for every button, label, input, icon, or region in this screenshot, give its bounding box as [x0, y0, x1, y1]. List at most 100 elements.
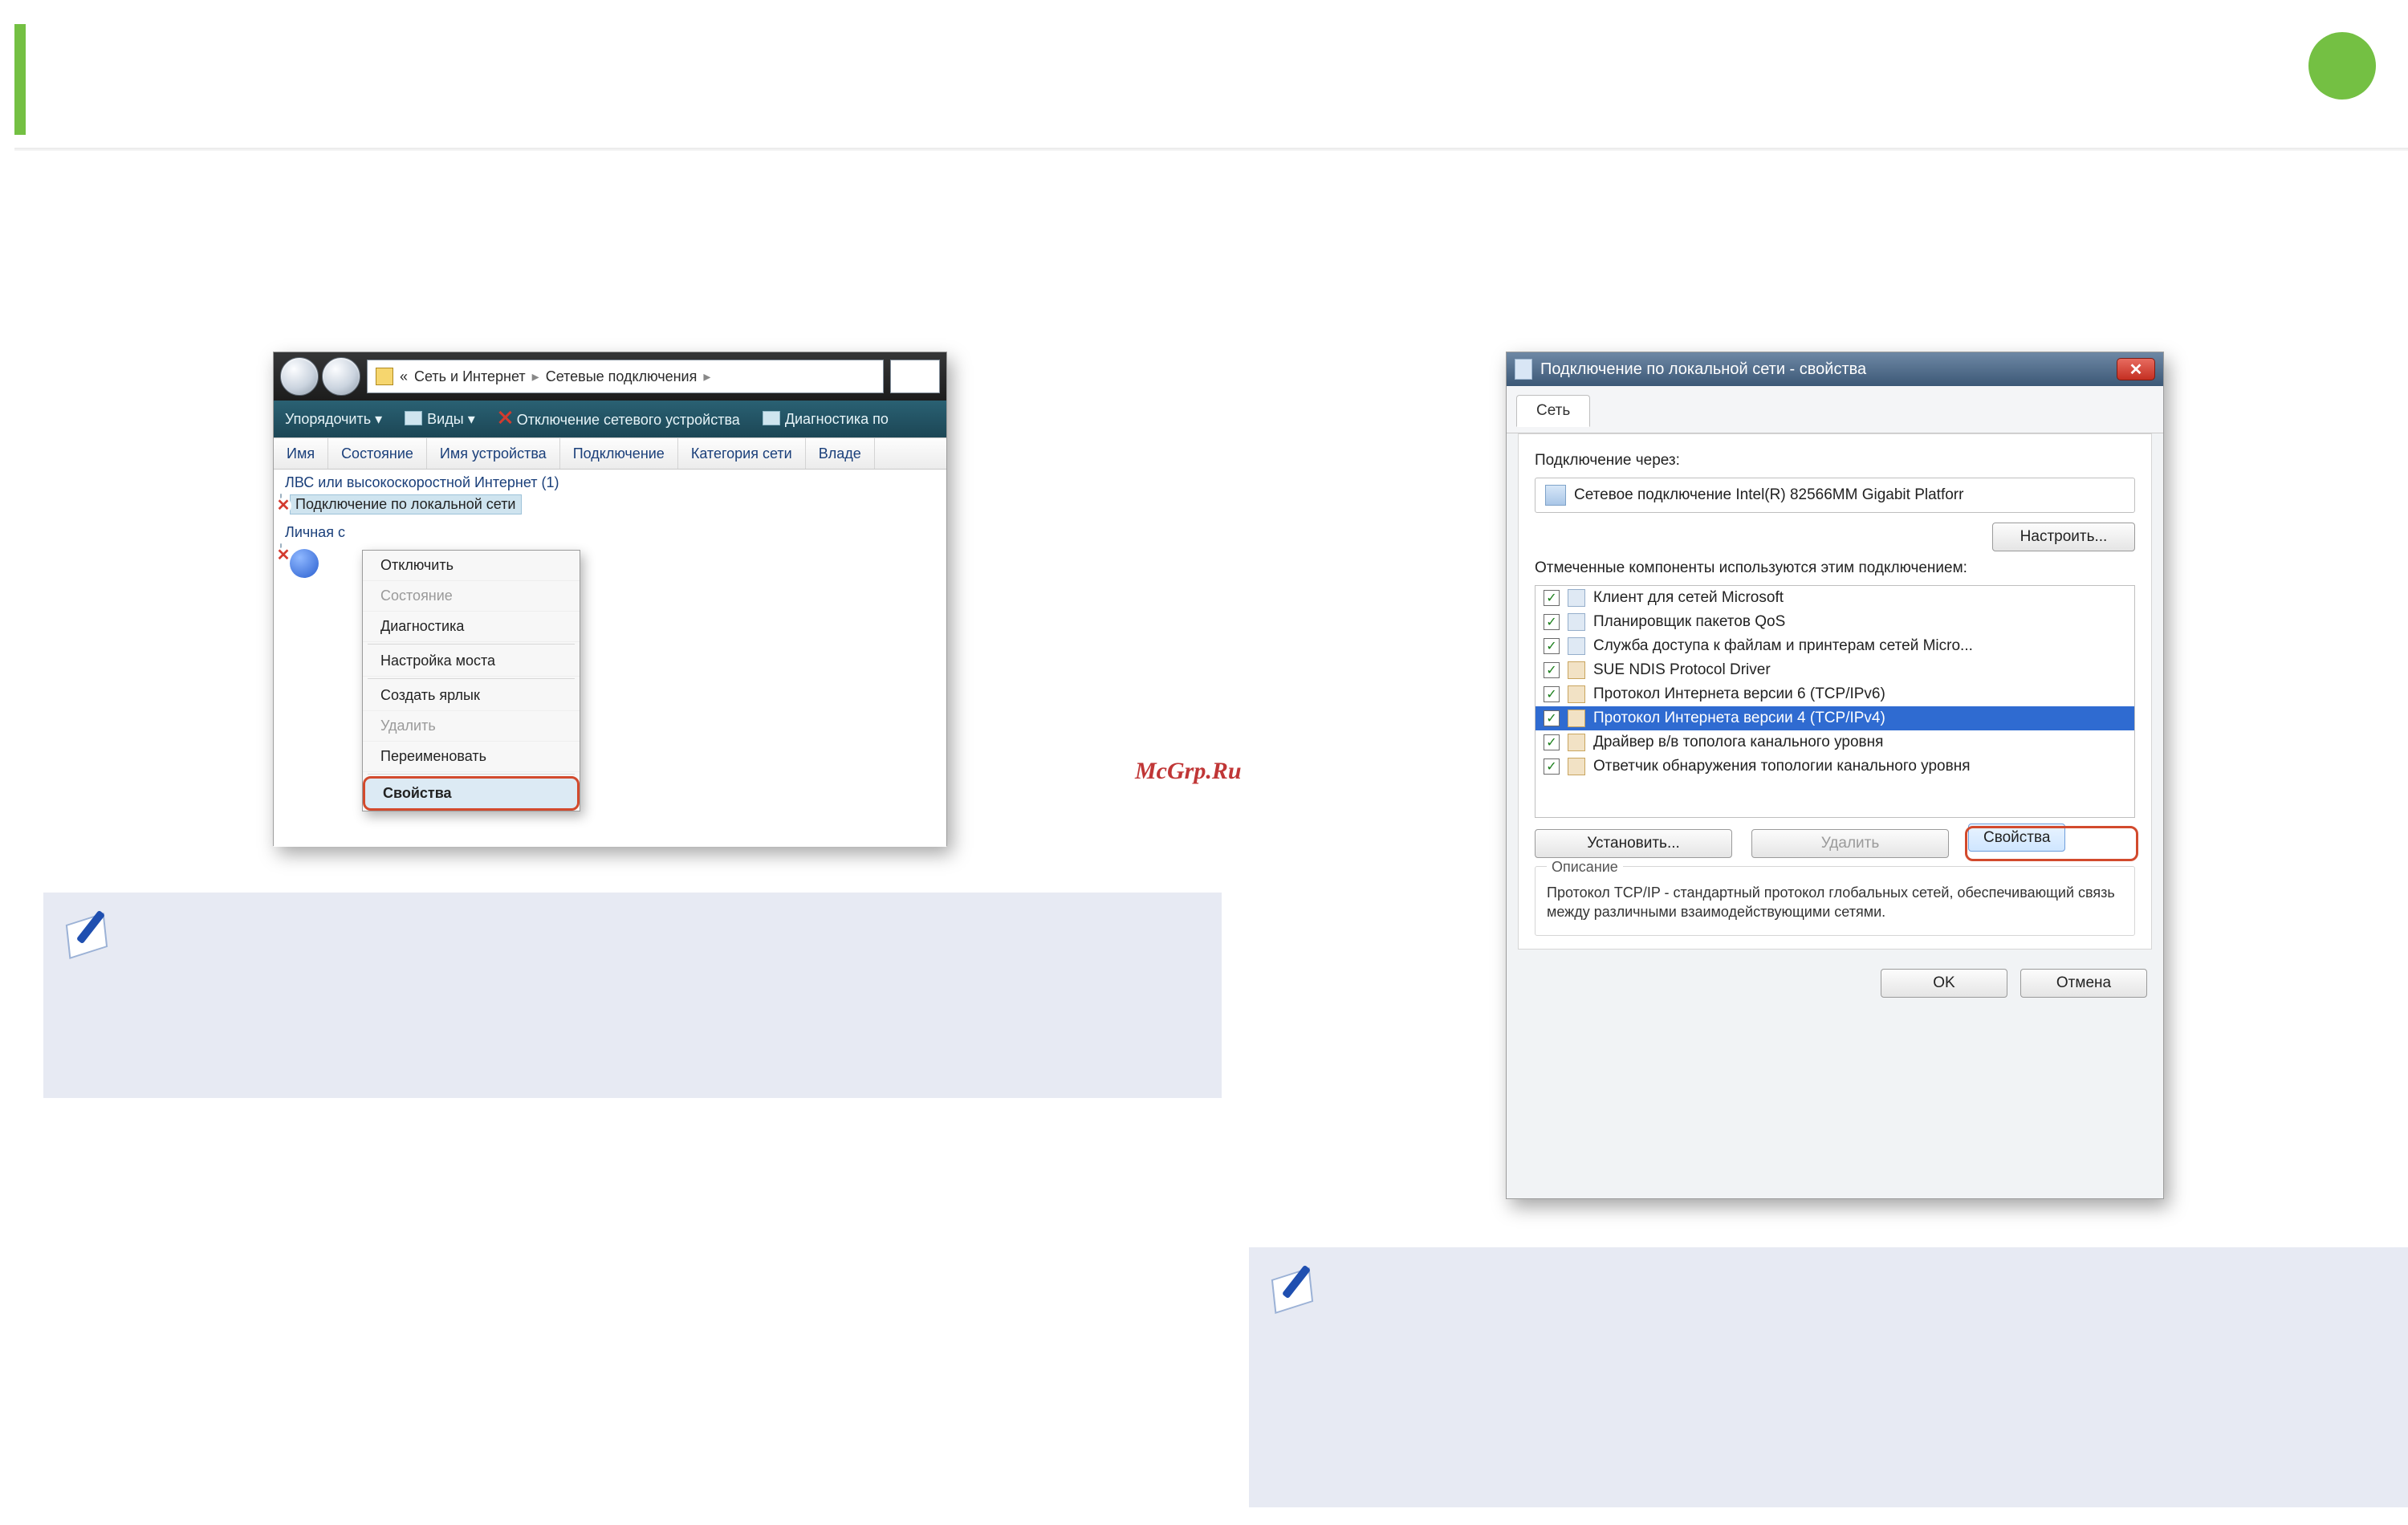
diagnose-button[interactable]: Диагностика по [763, 411, 889, 428]
organize-menu[interactable]: Упорядочить [285, 411, 382, 428]
col-status[interactable]: Состояние [328, 438, 427, 469]
ctx-sep [368, 774, 575, 775]
breadcrumb-sep: ▸ [703, 368, 710, 385]
nav-forward-button[interactable] [322, 357, 360, 396]
checkbox[interactable]: ✓ [1544, 662, 1560, 678]
views-menu[interactable]: Виды [405, 411, 475, 428]
corner-dot [2308, 32, 2376, 100]
folder-icon [376, 368, 393, 385]
note-icon [1268, 1262, 1318, 1312]
nav-back-button[interactable] [280, 357, 319, 396]
list-item[interactable]: ✓ Служба доступа к файлам и принтерам сет… [1536, 634, 2134, 658]
watermark: McGrp.Ru [1135, 759, 1242, 783]
search-input[interactable] [890, 360, 940, 393]
group-header-personal[interactable]: Личная с [274, 519, 946, 543]
col-category[interactable]: Категория сети [678, 438, 806, 469]
breadcrumb-1[interactable]: Сетевые подключения [546, 368, 698, 385]
properties-dialog: Подключение по локальной сети - свойства… [1506, 352, 2164, 1199]
top-rule [14, 148, 2408, 151]
item-label: Служба доступа к файлам и принтерам сете… [1593, 637, 1973, 655]
ctx-rename[interactable]: Переименовать [363, 742, 580, 772]
disable-label: Отключение сетевого устройства [517, 412, 740, 428]
disable-device-button[interactable]: Отключение сетевого устройства [498, 410, 740, 429]
breadcrumb-prefix: « [400, 368, 408, 385]
ctx-properties[interactable]: Свойства [363, 776, 580, 811]
item-label: Клиент для сетей Microsoft [1593, 589, 1784, 607]
explorer-window: « Сеть и Интернет ▸ Сетевые подключения … [273, 352, 947, 846]
cancel-button[interactable]: Отмена [2020, 969, 2147, 998]
column-headers: Имя Состояние Имя устройства Подключение… [274, 437, 946, 470]
checkbox[interactable]: ✓ [1544, 686, 1560, 702]
ctx-bridge[interactable]: Настройка моста [363, 646, 580, 677]
explorer-titlebar: « Сеть и Интернет ▸ Сетевые подключения … [274, 352, 946, 401]
dialog-body: Подключение через: Сетевое подключение I… [1518, 433, 2152, 950]
views-label: Виды [427, 411, 464, 427]
list-item[interactable]: ✓ Клиент для сетей Microsoft [1536, 586, 2134, 610]
item-label: Протокол Интернета версии 6 (TCP/IPv6) [1593, 685, 1885, 703]
item-label: SUE NDIS Protocol Driver [1593, 661, 1771, 679]
tab-strip: Сеть [1507, 386, 2163, 433]
item-label: Планировщик пакетов QoS [1593, 613, 1785, 631]
note-icon [63, 907, 112, 957]
client-icon [1568, 589, 1585, 607]
item-label: Драйвер в/в тополога канального уровня [1593, 734, 1883, 751]
close-button[interactable]: ✕ [2117, 358, 2155, 380]
context-menu: Отключить Состояние Диагностика Настройк… [362, 550, 580, 811]
nic-icon-wrap [280, 494, 282, 509]
component-buttons: Установить... Удалить Свойства [1535, 829, 2135, 858]
checkbox[interactable]: ✓ [1544, 710, 1560, 726]
service-icon [1568, 637, 1585, 655]
description-text: Протокол TCP/IP - стандартный протокол г… [1547, 883, 2123, 922]
checkbox[interactable]: ✓ [1544, 758, 1560, 775]
description-legend: Описание [1547, 859, 1623, 876]
list-item[interactable]: ✓ Драйвер в/в тополога канального уровня [1536, 730, 2134, 754]
configure-button[interactable]: Настроить... [1992, 523, 2135, 551]
col-conn[interactable]: Подключение [560, 438, 678, 469]
ctx-delete: Удалить [363, 711, 580, 742]
properties-button[interactable]: Свойства [1968, 824, 2065, 852]
tab-network[interactable]: Сеть [1516, 395, 1590, 427]
components-list: ✓ Клиент для сетей Microsoft ✓ Планировщик… [1535, 585, 2135, 818]
group-header[interactable]: ЛВС или высокоскоростной Интернет (1) [274, 470, 946, 493]
checkbox[interactable]: ✓ [1544, 638, 1560, 654]
nic-icon [280, 543, 282, 559]
checkbox[interactable]: ✓ [1544, 734, 1560, 750]
components-label: Отмеченные компоненты используются этим … [1535, 559, 2135, 577]
list-item[interactable]: ✓ Планировщик пакетов QoS [1536, 610, 2134, 634]
dialog-title-icon [1515, 359, 1532, 380]
checkbox[interactable]: ✓ [1544, 614, 1560, 630]
ctx-diagnose[interactable]: Диагностика [363, 612, 580, 642]
uninstall-button: Удалить [1751, 829, 1949, 858]
address-bar[interactable]: « Сеть и Интернет ▸ Сетевые подключения … [367, 360, 884, 393]
explorer-toolbar: Упорядочить Виды Отключение сетевого уст… [274, 401, 946, 437]
nic-icon-wrap [280, 544, 282, 559]
description-fieldset: Описание Протокол TCP/IP - стандартный п… [1535, 866, 2135, 936]
checkbox[interactable]: ✓ [1544, 590, 1560, 606]
breadcrumb-0[interactable]: Сеть и Интернет [414, 368, 526, 385]
protocol-icon [1568, 710, 1585, 727]
col-name[interactable]: Имя [274, 438, 328, 469]
connection-item-lan[interactable]: Подключение по локальной сети [274, 493, 946, 516]
install-button[interactable]: Установить... [1535, 829, 1732, 858]
list-item[interactable]: ✓Ответчик обнаружения топологии канально… [1536, 754, 2134, 779]
col-owner[interactable]: Владе [806, 438, 875, 469]
list-item[interactable]: ✓ Протокол Интернета версии 6 (TCP/IPv6) [1536, 682, 2134, 706]
ctx-status: Состояние [363, 581, 580, 612]
protocol-icon [1568, 685, 1585, 703]
configure-row: Настроить... [1535, 523, 2135, 551]
adapter-icon [1545, 485, 1566, 506]
adapter-field: Сетевое подключение Intel(R) 82566MM Gig… [1535, 478, 2135, 513]
bluetooth-icon [290, 549, 319, 578]
item-label: Протокол Интернета версии 4 (TCP/IPv4) [1593, 710, 1885, 727]
redx-icon [498, 410, 512, 425]
breadcrumb-sep: ▸ [532, 368, 539, 385]
adapter-name: Сетевое подключение Intel(R) 82566MM Gig… [1574, 486, 1963, 504]
ctx-disable[interactable]: Отключить [363, 551, 580, 581]
ok-button[interactable]: OK [1881, 969, 2007, 998]
list-item-ipv4[interactable]: ✓ Протокол Интернета версии 4 (TCP/IPv4) [1536, 706, 2134, 730]
dialog-titlebar: Подключение по локальной сети - свойства… [1507, 352, 2163, 386]
ctx-shortcut[interactable]: Создать ярлык [363, 681, 580, 711]
note-right [1249, 1247, 2408, 1507]
list-item[interactable]: ✓ SUE NDIS Protocol Driver [1536, 658, 2134, 682]
col-device[interactable]: Имя устройства [427, 438, 560, 469]
